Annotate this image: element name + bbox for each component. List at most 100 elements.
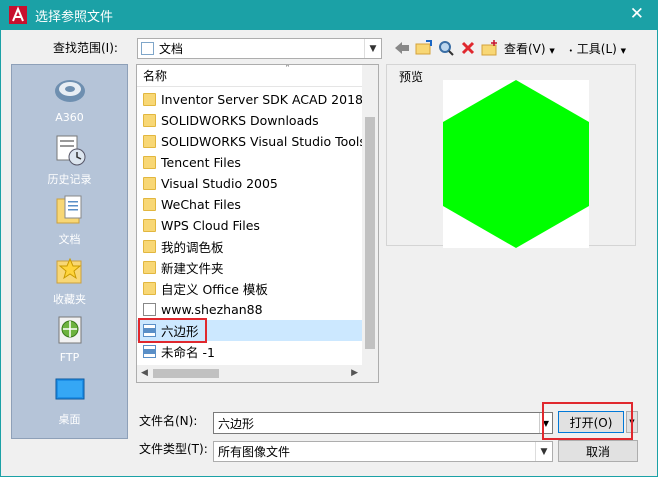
- item-name: 自定义 Office 模板: [161, 282, 268, 297]
- filename-input[interactable]: 六边形: [214, 415, 539, 432]
- search-web-icon[interactable]: [435, 37, 457, 59]
- file-icon: [143, 303, 156, 316]
- close-icon[interactable]: ✕: [630, 5, 644, 23]
- favorites-icon: [53, 253, 87, 287]
- item-name: 我的调色板: [161, 240, 224, 255]
- list-item[interactable]: WPS Cloud Files: [140, 215, 362, 236]
- view-arrow-icon: ▼: [549, 46, 555, 55]
- filetype-dropdown[interactable]: 所有图像文件 ▼: [213, 441, 553, 462]
- place-label: FTP: [59, 351, 80, 364]
- preview-label: 预览: [398, 68, 425, 85]
- list-item[interactable]: 未命名 -1: [140, 341, 362, 362]
- item-name: www.shezhan88: [161, 302, 263, 317]
- item-name: Visual Studio 2005: [161, 176, 278, 191]
- chevron-down-icon: ▼: [364, 39, 381, 58]
- documents-icon: [53, 193, 87, 227]
- autocad-logo-icon: [9, 6, 27, 24]
- item-name: SOLIDWORKS Downloads: [161, 113, 319, 128]
- filename-combo[interactable]: 六边形 ▼: [213, 412, 553, 434]
- tools-bullet-icon: •: [568, 46, 573, 55]
- window-title: 选择参照文件: [35, 9, 114, 25]
- horizontal-scrollbar[interactable]: ◀ ▶: [137, 365, 378, 382]
- item-name: 未命名 -1: [161, 345, 215, 360]
- back-icon[interactable]: [391, 37, 413, 59]
- highlight-open-button: [542, 402, 633, 440]
- item-name: 新建文件夹: [161, 261, 224, 276]
- column-header-label: 名称: [143, 69, 168, 83]
- jpg-file-icon: [143, 345, 156, 358]
- hexagon-preview-icon: [443, 80, 589, 248]
- place-favorites[interactable]: 收藏夹: [12, 253, 127, 307]
- place-desktop[interactable]: 桌面: [12, 373, 127, 427]
- highlight-selected-file: [138, 318, 207, 343]
- place-label: A360: [55, 111, 84, 124]
- delete-icon[interactable]: [457, 37, 479, 59]
- folder-icon: [143, 177, 156, 190]
- up-folder-icon[interactable]: [413, 37, 435, 59]
- item-name: WeChat Files: [161, 197, 241, 212]
- place-documents[interactable]: 文档: [12, 193, 127, 247]
- folder-icon: [143, 135, 156, 148]
- chevron-down-icon: ▼: [535, 442, 552, 461]
- list-item[interactable]: www.shezhan88: [140, 299, 362, 320]
- folder-icon: [143, 219, 156, 232]
- folder-icon: [143, 282, 156, 295]
- filetype-label: 文件类型(T):: [139, 442, 208, 456]
- list-item[interactable]: 自定义 Office 模板: [140, 278, 362, 299]
- item-name: WPS Cloud Files: [161, 218, 260, 233]
- list-item[interactable]: SOLIDWORKS Visual Studio Tools: [140, 131, 366, 152]
- list-item[interactable]: Visual Studio 2005: [140, 173, 362, 194]
- places-sidebar: A360 历史记录 文档 收藏夹 FTP 桌面: [11, 64, 128, 439]
- tools-arrow-icon: ▼: [620, 46, 627, 55]
- list-item[interactable]: WeChat Files: [140, 194, 362, 215]
- history-icon: [53, 133, 87, 167]
- a360-cloud-icon: [53, 73, 87, 107]
- place-label: 文档: [58, 233, 81, 246]
- folder-icon: [143, 240, 156, 253]
- item-name: Tencent Files: [161, 155, 241, 170]
- scroll-thumb[interactable]: [365, 117, 375, 349]
- list-item[interactable]: 我的调色板: [140, 236, 362, 257]
- list-item[interactable]: Inventor Server SDK ACAD 2018: [140, 89, 363, 110]
- tools-menu-label: 工具(L): [576, 41, 617, 56]
- folder-icon: [143, 198, 156, 211]
- folder-icon: [143, 93, 156, 106]
- place-label: 历史记录: [47, 173, 92, 186]
- title-bar: 选择参照文件 ✕: [0, 0, 658, 30]
- filetype-value: 所有图像文件: [218, 445, 291, 459]
- view-menu[interactable]: 查看(V) ▼: [504, 40, 555, 57]
- preview-image: [443, 80, 589, 248]
- sort-up-icon: ˄: [285, 64, 290, 75]
- documents-small-icon: [141, 42, 154, 55]
- filename-label: 文件名(N):: [139, 414, 198, 428]
- folder-icon: [143, 114, 156, 127]
- folder-icon: [143, 156, 156, 169]
- cancel-button[interactable]: 取消: [558, 440, 638, 462]
- view-menu-label: 查看(V): [504, 41, 546, 56]
- folder-icon: [143, 261, 156, 274]
- lookin-value: 文档: [159, 42, 184, 56]
- scroll-thumb[interactable]: [153, 369, 219, 378]
- vertical-scrollbar[interactable]: [362, 65, 378, 365]
- item-name: Inventor Server SDK ACAD 2018: [161, 92, 363, 107]
- place-label: 桌面: [58, 413, 81, 426]
- place-label: 收藏夹: [53, 293, 86, 306]
- lookin-dropdown[interactable]: 文档 ▼: [137, 38, 382, 59]
- desktop-icon: [53, 373, 87, 407]
- scroll-right-icon[interactable]: ▶: [351, 368, 358, 378]
- column-header-name[interactable]: 名称 ˄: [137, 65, 363, 87]
- item-name: SOLIDWORKS Visual Studio Tools: [161, 134, 366, 149]
- tools-menu[interactable]: • 工具(L) ▼: [569, 40, 626, 57]
- list-item[interactable]: Tencent Files: [140, 152, 362, 173]
- preview-panel: 预览: [386, 64, 636, 248]
- place-history[interactable]: 历史记录: [12, 133, 127, 187]
- scroll-left-icon[interactable]: ◀: [141, 368, 148, 378]
- place-ftp[interactable]: FTP: [12, 313, 127, 364]
- toolbar: 查看(V) ▼ • 工具(L) ▼: [391, 37, 626, 59]
- ftp-icon: [53, 313, 87, 347]
- new-folder-icon[interactable]: [479, 37, 501, 59]
- place-a360[interactable]: A360: [12, 73, 127, 124]
- lookin-label: 查找范围(I):: [53, 41, 118, 55]
- list-item[interactable]: SOLIDWORKS Downloads: [140, 110, 362, 131]
- list-item[interactable]: 新建文件夹: [140, 257, 362, 278]
